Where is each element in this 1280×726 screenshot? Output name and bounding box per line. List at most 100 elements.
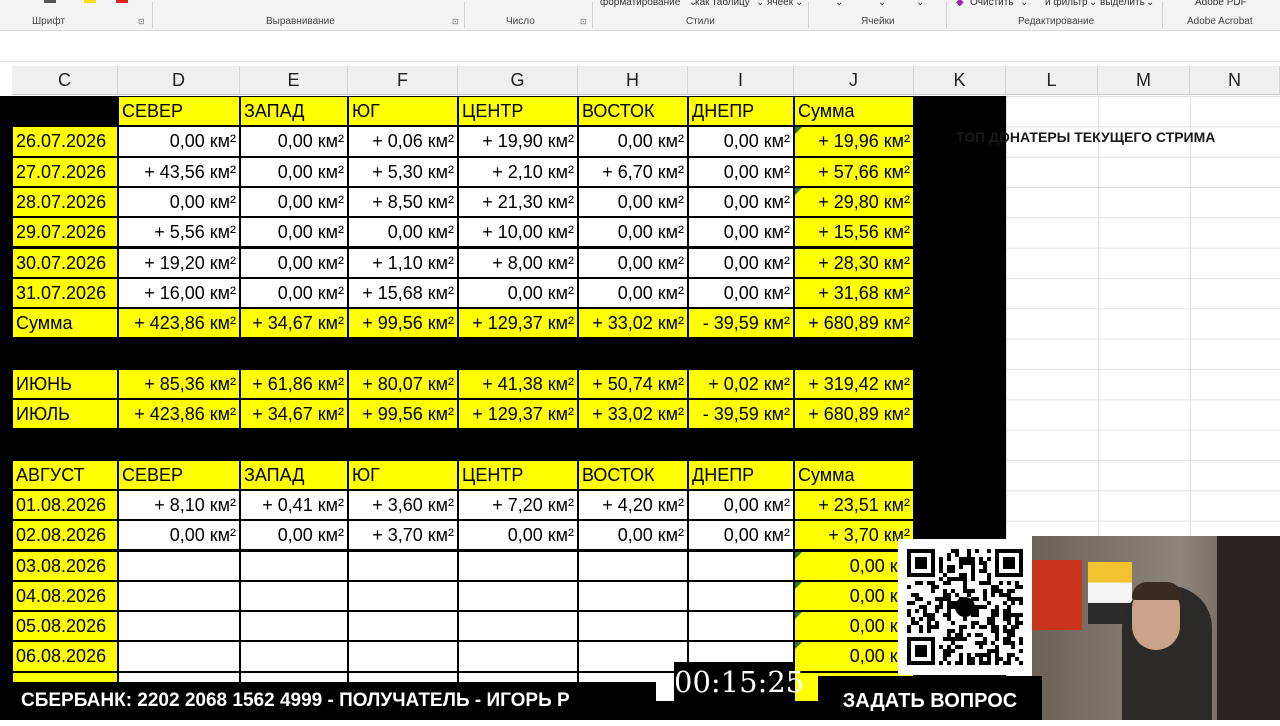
value-cell[interactable]: + 7,20 км² [459, 490, 577, 520]
date-cell[interactable]: 26.07.2026 [13, 127, 117, 156]
header-cell[interactable]: ДНЕПР [689, 460, 793, 489]
value-cell[interactable]: + 19,20 км² [119, 248, 239, 277]
value-cell[interactable] [349, 642, 457, 671]
font-color-icon[interactable] [116, 0, 128, 3]
column-header-n[interactable]: N [1190, 66, 1280, 95]
value-cell[interactable]: 0,00 км² [579, 248, 687, 277]
date-cell[interactable]: 02.08.2026 [13, 521, 117, 550]
conditional-format-button[interactable]: форматирование [600, 0, 680, 8]
value-cell[interactable] [119, 581, 239, 611]
month-sum-cell[interactable]: + 34,67 км² [241, 400, 347, 429]
sum-cell[interactable]: + 423,86 км² [119, 309, 239, 338]
value-cell[interactable]: 0,00 км² [579, 278, 687, 308]
value-cell[interactable]: + 1,10 км² [349, 248, 457, 277]
row-sum-cell[interactable]: + 23,51 км² [795, 490, 913, 520]
date-cell[interactable]: 04.08.2026 [13, 581, 117, 611]
row-sum-cell[interactable]: 0,00 км [795, 612, 913, 641]
value-cell[interactable]: 0,00 км² [689, 490, 793, 520]
row-sum-cell[interactable]: 0,00 км [795, 551, 913, 580]
month-label-cell[interactable]: ИЮЛЬ [13, 400, 117, 429]
row-sum-cell[interactable]: + 28,30 км² [795, 248, 913, 277]
header-corner-cell[interactable] [13, 97, 117, 126]
value-cell[interactable] [241, 612, 347, 641]
date-cell[interactable]: 05.08.2026 [13, 612, 117, 641]
formula-bar[interactable] [0, 31, 1280, 62]
value-cell[interactable]: + 3,70 км² [349, 521, 457, 550]
value-cell[interactable] [119, 612, 239, 641]
value-cell[interactable]: 0,00 км² [241, 521, 347, 550]
month-sum-cell[interactable]: + 319,42 км² [795, 369, 913, 398]
header-cell[interactable]: ВОСТОК [579, 460, 687, 489]
column-header-k[interactable]: K [914, 66, 1006, 95]
month-sum-cell[interactable]: - 39,59 км² [689, 400, 793, 429]
column-header-c[interactable]: C [12, 66, 118, 95]
sum-cell[interactable]: + 680,89 км² [795, 309, 913, 338]
row-sum-cell[interactable]: + 19,96 км² [795, 127, 913, 156]
date-cell[interactable]: 03.08.2026 [13, 551, 117, 580]
ask-question-button[interactable]: ЗАДАТЬ ВОПРОС [818, 676, 1042, 720]
value-cell[interactable]: 0,00 км² [119, 127, 239, 156]
header-cell[interactable]: ЗАПАД [241, 460, 347, 489]
value-cell[interactable]: 0,00 км² [579, 187, 687, 217]
row-sum-cell[interactable]: + 31,68 км² [795, 278, 913, 308]
column-header-d[interactable]: D [118, 66, 240, 95]
column-header-f[interactable]: F [348, 66, 458, 95]
number-dialog-launcher-icon[interactable]: ⊡ [580, 17, 587, 26]
value-cell[interactable]: + 5,56 км² [119, 218, 239, 247]
value-cell[interactable] [349, 551, 457, 580]
value-cell[interactable] [241, 581, 347, 611]
sum-cell[interactable]: - 39,59 км² [689, 309, 793, 338]
date-cell[interactable]: 28.07.2026 [13, 187, 117, 217]
sum-cell[interactable]: + 129,37 км² [459, 309, 577, 338]
value-cell[interactable] [241, 642, 347, 671]
header-cell[interactable]: ЗАПАД [241, 97, 347, 126]
dropdown-arrow-icon[interactable]: ⌄ [1089, 0, 1097, 8]
value-cell[interactable]: 0,00 км² [689, 157, 793, 186]
value-cell[interactable]: 0,00 км² [689, 218, 793, 247]
value-cell[interactable] [459, 612, 577, 641]
value-cell[interactable]: 0,00 км² [689, 187, 793, 217]
month-sum-cell[interactable]: + 80,07 км² [349, 369, 457, 398]
header-cell[interactable]: Сумма [795, 460, 913, 489]
value-cell[interactable] [349, 612, 457, 641]
dropdown-arrow-icon[interactable]: ⌄ [878, 0, 886, 8]
value-cell[interactable]: 0,00 км² [241, 248, 347, 277]
date-cell[interactable]: 29.07.2026 [13, 218, 117, 247]
row-sum-cell[interactable]: + 29,80 км² [795, 187, 913, 217]
header-cell[interactable]: СЕВЕР [119, 97, 239, 126]
month-sum-cell[interactable]: + 33,02 км² [579, 400, 687, 429]
value-cell[interactable] [689, 612, 793, 641]
column-header-h[interactable]: H [578, 66, 688, 95]
value-cell[interactable]: 0,00 км² [689, 248, 793, 277]
value-cell[interactable]: 0,00 км² [241, 278, 347, 308]
column-header-l[interactable]: L [1006, 66, 1098, 95]
dropdown-arrow-icon[interactable]: ⌄ [795, 0, 803, 8]
column-header-i[interactable]: I [688, 66, 794, 95]
august-title-cell[interactable]: АВГУСТ [13, 460, 117, 489]
sum-cell[interactable]: + 34,67 км² [241, 309, 347, 338]
value-cell[interactable] [579, 581, 687, 611]
column-header-m[interactable]: M [1098, 66, 1190, 95]
sum-label-cell[interactable]: Сумма [13, 309, 117, 338]
row-sum-cell[interactable]: + 57,66 км² [795, 157, 913, 186]
value-cell[interactable]: 0,00 км² [241, 187, 347, 217]
value-cell[interactable]: 0,00 км² [579, 521, 687, 550]
column-header-j[interactable]: J [794, 66, 914, 95]
month-sum-cell[interactable]: + 99,56 км² [349, 400, 457, 429]
value-cell[interactable]: + 16,00 км² [119, 278, 239, 308]
row-sum-cell[interactable]: 0,00 км [795, 642, 913, 671]
header-cell[interactable]: ЮГ [349, 460, 457, 489]
header-cell[interactable]: ЦЕНТР [459, 97, 577, 126]
value-cell[interactable] [241, 551, 347, 580]
value-cell[interactable]: + 5,30 км² [349, 157, 457, 186]
month-sum-cell[interactable]: + 423,86 км² [119, 400, 239, 429]
value-cell[interactable] [119, 642, 239, 671]
adobe-pdf-button[interactable]: Adobe PDF [1195, 0, 1247, 8]
value-cell[interactable] [119, 551, 239, 580]
value-cell[interactable] [689, 551, 793, 580]
value-cell[interactable]: + 8,50 км² [349, 187, 457, 217]
month-sum-cell[interactable]: + 85,36 км² [119, 369, 239, 398]
header-cell[interactable]: Сумма [795, 97, 913, 126]
value-cell[interactable]: + 21,30 км² [459, 187, 577, 217]
date-cell[interactable]: 30.07.2026 [13, 248, 117, 277]
